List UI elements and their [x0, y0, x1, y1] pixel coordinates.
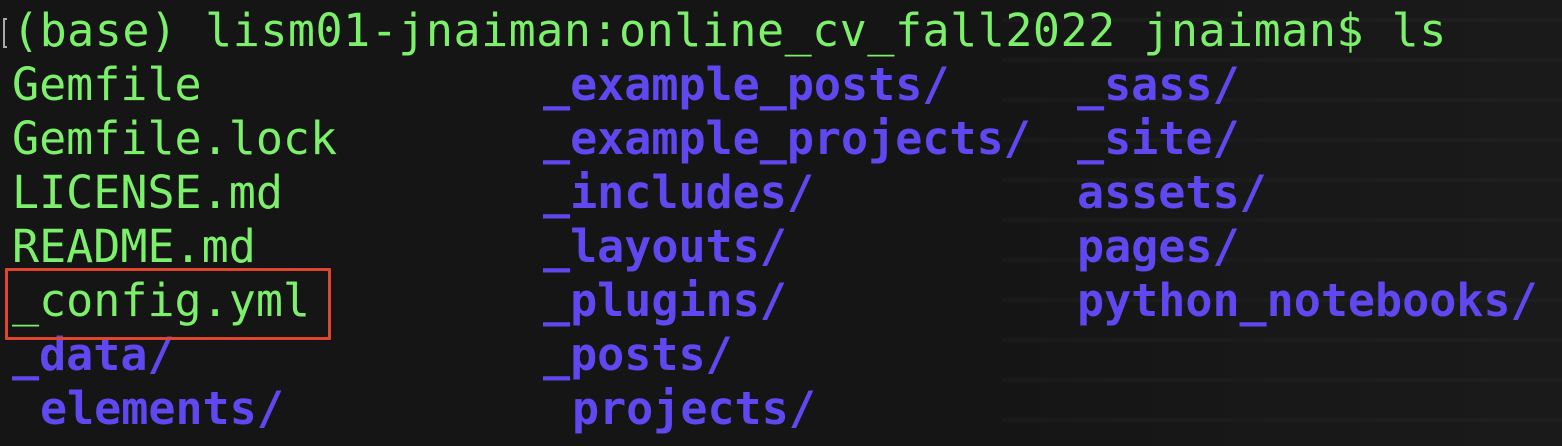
dir-sass: _sass/	[1077, 58, 1240, 111]
dir-plugins: _plugins/	[543, 274, 787, 327]
dir-python-notebooks: python_notebooks/	[1077, 274, 1538, 327]
dir-site: _site/	[1077, 112, 1240, 165]
cursor-icon	[3, 18, 7, 48]
terminal-window[interactable]: (base) lism01-jnaiman:online_cv_fall2022…	[0, 0, 1562, 446]
dir-example-projects: _example_projects/	[543, 112, 1031, 165]
dir-pages: pages/	[1077, 220, 1240, 273]
highlight-box	[5, 268, 331, 340]
dir-posts: _posts/	[543, 328, 733, 381]
dir-assets: assets/	[1077, 166, 1267, 219]
file-license-md: LICENSE.md	[12, 166, 283, 219]
dir-includes: _includes/	[543, 166, 814, 219]
dir-projects: projects/	[572, 382, 816, 435]
file-gemfile: Gemfile	[12, 58, 202, 111]
file-gemfile-lock: Gemfile.lock	[12, 112, 338, 165]
dir-elements: elements/	[40, 382, 284, 435]
file-readme-md: README.md	[12, 220, 256, 273]
prompt-line: (base) lism01-jnaiman:online_cv_fall2022…	[12, 4, 1447, 57]
dir-layouts: _layouts/	[543, 220, 787, 273]
dir-example-posts: _example_posts/	[543, 58, 950, 111]
